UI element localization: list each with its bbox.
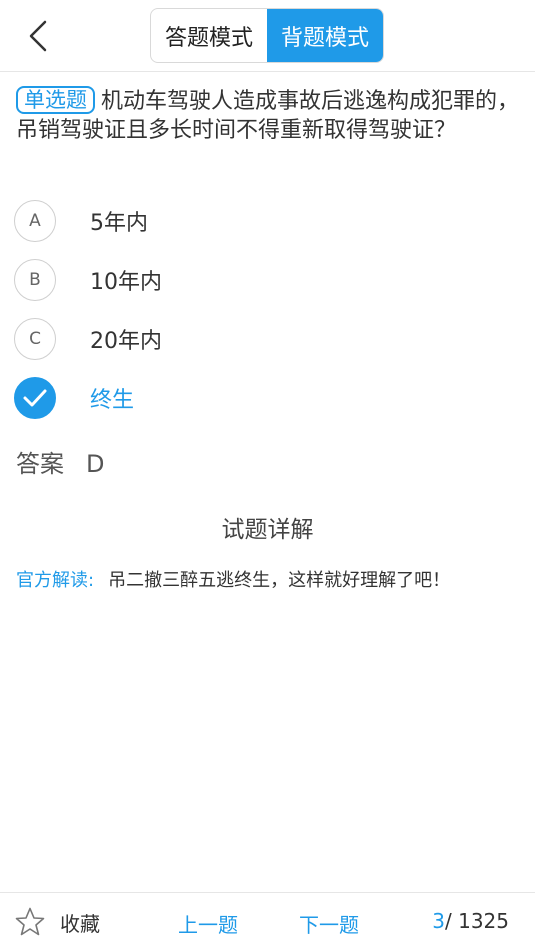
detail-title: 试题详解: [221, 517, 314, 543]
favorite-button[interactable]: 收藏: [14, 905, 100, 939]
official-explanation: 官方解读: 吊二撤三醉五逃终生，这样就好理解了吧！: [16, 567, 526, 595]
option-letter: B: [14, 259, 56, 301]
option-c[interactable]: C 20年内: [14, 316, 514, 362]
option-letter: A: [14, 200, 56, 242]
question-counter[interactable]: 3/ 1325: [432, 909, 509, 933]
answer-row: 答案 D: [16, 444, 104, 479]
option-text: 10年内: [90, 270, 162, 295]
tab-answer-mode[interactable]: 答题模式: [151, 9, 267, 62]
counter-separator: /: [444, 909, 459, 933]
option-text: 20年内: [90, 329, 162, 354]
tab-review-mode[interactable]: 背题模式: [267, 9, 383, 62]
option-b[interactable]: B 10年内: [14, 257, 514, 303]
answer-value: D: [86, 450, 105, 478]
top-bar: 答题模式 背题模式: [0, 0, 535, 72]
explanation-text: 吊二撤三醉五逃终生，这样就好理解了吧！: [108, 570, 451, 591]
checkmark-icon: [14, 377, 56, 419]
answer-label: 答案: [16, 450, 64, 478]
option-a[interactable]: A 5年内: [14, 198, 514, 244]
favorite-label: 收藏: [60, 911, 100, 936]
option-d[interactable]: 终生: [14, 375, 514, 421]
explanation-label: 官方解读:: [16, 570, 95, 591]
option-letter: C: [14, 318, 56, 360]
mode-switch: 答题模式 背题模式: [150, 8, 384, 63]
question-type-badge: 单选题: [16, 86, 95, 114]
prev-question-button[interactable]: 上一题: [178, 909, 238, 938]
star-icon: [15, 907, 45, 936]
chevron-left-icon: [29, 20, 47, 52]
option-text: 终生: [90, 388, 135, 413]
next-question-button[interactable]: 下一题: [299, 909, 359, 938]
option-text: 5年内: [90, 211, 148, 236]
back-button[interactable]: [14, 12, 62, 60]
bottom-bar: 收藏 上一题 下一题 3/ 1325: [0, 892, 535, 951]
total-count: 1325: [458, 909, 509, 933]
question-text: 单选题 机动车驾驶人造成事故后逃逸构成犯罪的，吊销驾驶证且多长时间不得重新取得驾驶…: [16, 86, 521, 145]
current-index: 3: [432, 909, 445, 933]
